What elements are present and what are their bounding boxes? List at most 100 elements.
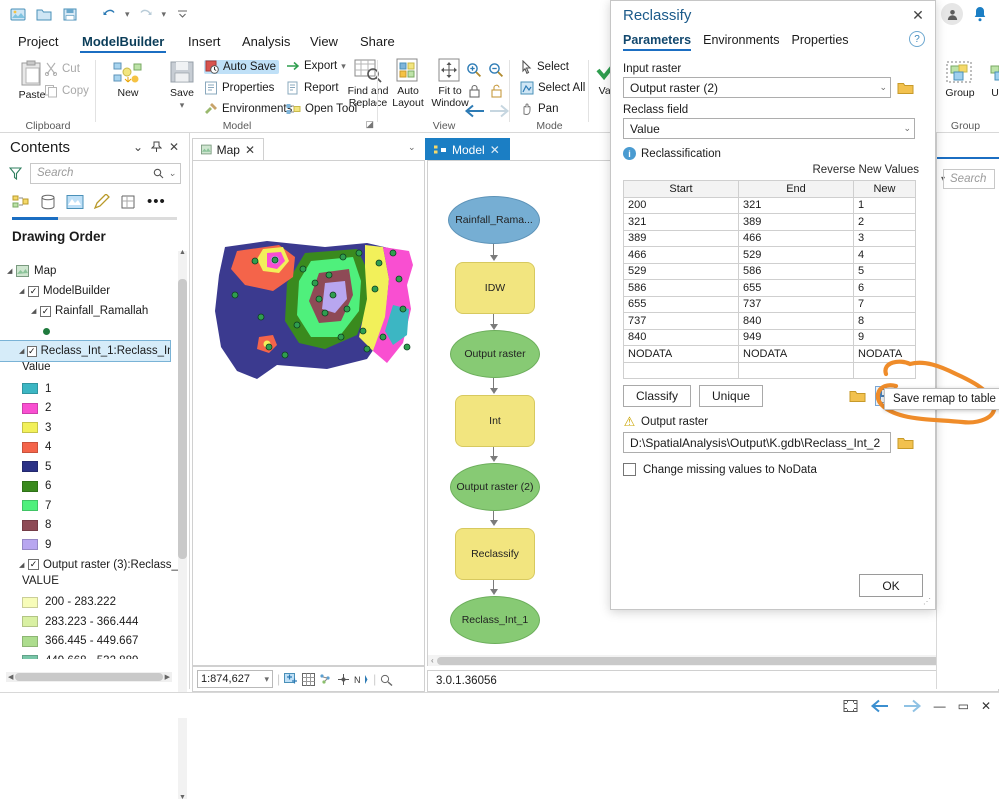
new-model-button[interactable]: New <box>102 60 154 100</box>
cell-end[interactable]: NODATA <box>738 345 854 363</box>
model-node-reclassify[interactable]: Reclassify <box>455 528 535 580</box>
expander-icon[interactable]: ◢ <box>19 287 28 295</box>
cell-end[interactable]: 655 <box>738 279 854 297</box>
warning-icon[interactable]: ⚠ <box>623 414 636 429</box>
chevron-down-icon[interactable]: ⌄ <box>129 138 147 156</box>
help-icon[interactable]: ? <box>909 31 925 47</box>
cell-start[interactable]: 737 <box>623 312 739 330</box>
cell-start[interactable]: 529 <box>623 262 739 280</box>
ribbon-tab-insert[interactable]: Insert <box>178 28 231 54</box>
close-icon[interactable]: ✕ <box>907 4 929 26</box>
model-node-reclass-int-1[interactable]: Reclass_Int_1 <box>450 596 540 644</box>
output-raster-browse-button[interactable] <box>895 433 915 453</box>
cell-new[interactable]: 6 <box>853 279 916 297</box>
undo-dropdown-icon[interactable]: ▾ <box>125 9 130 20</box>
forward-arrow-icon[interactable] <box>902 699 922 713</box>
model-node-output-raster[interactable]: Output raster <box>450 330 540 378</box>
filter-icon[interactable] <box>4 166 26 180</box>
classify-button[interactable]: Classify <box>623 385 692 407</box>
cell-start[interactable]: 586 <box>623 279 739 297</box>
environments-button[interactable]: Environments <box>204 102 292 116</box>
zoom-in-button[interactable] <box>466 62 482 78</box>
list-by-editing-icon[interactable] <box>93 194 111 210</box>
ok-button[interactable]: OK <box>859 574 923 597</box>
chevron-down-icon[interactable]: ⌄ <box>168 168 176 179</box>
scroll-left-icon[interactable]: ‹ <box>428 656 437 665</box>
report-button[interactable]: Report <box>286 81 339 95</box>
basemap-grid-icon[interactable] <box>302 672 316 686</box>
scroll-right-icon[interactable]: ▶ <box>163 673 172 681</box>
map-scale-combo[interactable]: 1:874,627 ▾ <box>197 670 273 688</box>
pan-button[interactable]: Pan <box>520 102 558 116</box>
table-row[interactable]: 389 466 3 <box>623 229 916 247</box>
checkbox-reclass-int-1[interactable]: ✓ <box>26 345 37 357</box>
cell-new[interactable]: NODATA <box>853 345 916 363</box>
reclass-field-combo[interactable]: Value ⌄ <box>623 118 915 139</box>
cut-button[interactable]: Cut <box>44 62 80 76</box>
info-icon[interactable]: i <box>623 147 636 160</box>
cell-end[interactable]: 737 <box>738 295 854 313</box>
undo-icon[interactable] <box>99 4 119 24</box>
unique-button[interactable]: Unique <box>699 385 764 407</box>
export-button[interactable]: Export ▾ <box>286 60 346 72</box>
chevron-down-icon[interactable]: ⌄ <box>903 123 911 134</box>
cell-new[interactable]: 7 <box>853 295 916 313</box>
input-raster-browse-button[interactable] <box>895 78 915 98</box>
ribbon-tab-view[interactable]: View <box>300 28 348 54</box>
north-arrow-icon[interactable]: N <box>354 673 369 686</box>
chevron-down-icon[interactable]: ⌄ <box>879 82 887 93</box>
locate-icon[interactable] <box>380 673 394 686</box>
view-tab-overflow-icon[interactable]: ⌄ <box>408 142 416 153</box>
new-project-icon[interactable] <box>8 4 28 24</box>
scroll-up-icon[interactable]: ▲ <box>178 249 187 256</box>
close-icon[interactable]: ✕ <box>490 143 500 157</box>
tree-item-modelbuilder[interactable]: ◢ ✓ ModelBuilder <box>0 281 183 301</box>
cell-new[interactable]: 5 <box>853 262 916 280</box>
ribbon-tab-project[interactable]: Project <box>8 28 68 54</box>
unlock-button[interactable] <box>490 84 503 98</box>
pin-icon[interactable] <box>147 138 165 156</box>
model-node-output-raster-2[interactable]: Output raster (2) <box>450 463 540 511</box>
cell-end[interactable]: 466 <box>738 229 854 247</box>
right-panel-search-input[interactable]: Search <box>943 169 995 189</box>
more-options-icon[interactable]: ••• <box>147 194 166 209</box>
tab-properties[interactable]: Properties <box>792 33 849 50</box>
cell-new[interactable]: 3 <box>853 229 916 247</box>
list-by-drawing-order-icon[interactable] <box>12 194 30 210</box>
cell-start[interactable]: 200 <box>623 196 739 214</box>
reverse-new-values-link[interactable]: Reverse New Values <box>623 164 919 176</box>
ribbon-tab-modelbuilder[interactable]: ModelBuilder <box>72 28 174 54</box>
table-row[interactable] <box>623 361 916 379</box>
save-model-button[interactable]: Save ▾ <box>156 60 208 111</box>
expander-icon[interactable]: ◢ <box>7 267 16 275</box>
contents-search-input[interactable]: Search ⌄ <box>30 162 181 184</box>
remap-table[interactable]: Start End New 200 321 1 321 389 2 389 466 3 46… <box>623 180 916 379</box>
remap-col-start[interactable]: Start <box>623 180 739 198</box>
cell-new[interactable] <box>853 361 916 379</box>
copy-button[interactable]: Copy <box>44 84 89 98</box>
back-arrow-icon[interactable] <box>870 699 890 713</box>
customize-quick-access-icon[interactable] <box>172 4 192 24</box>
minimize-icon[interactable]: — <box>934 699 946 713</box>
list-by-snapping-icon[interactable] <box>120 194 138 210</box>
add-data-icon[interactable] <box>284 672 298 686</box>
cell-end[interactable]: 321 <box>738 196 854 214</box>
contents-horizontal-scrollbar[interactable]: ◀ ▶ <box>6 672 172 682</box>
load-remap-from-table-button[interactable] <box>847 386 867 406</box>
table-row[interactable]: 840 949 9 <box>623 328 916 346</box>
select-all-button[interactable]: Select All <box>520 81 585 95</box>
cell-start[interactable]: 389 <box>623 229 739 247</box>
change-missing-values-row[interactable]: Change missing values to NoData <box>623 463 923 476</box>
expander-icon[interactable]: ◢ <box>19 561 28 569</box>
snapshot-icon[interactable] <box>843 699 858 713</box>
cell-start[interactable]: 466 <box>623 246 739 264</box>
cell-start[interactable]: NODATA <box>623 345 739 363</box>
table-row[interactable]: 321 389 2 <box>623 213 916 231</box>
cell-end[interactable]: 529 <box>738 246 854 264</box>
cell-start[interactable]: 321 <box>623 213 739 231</box>
table-row[interactable]: 466 529 4 <box>623 246 916 264</box>
zoom-out-button[interactable] <box>488 62 504 78</box>
table-row[interactable]: 200 321 1 <box>623 196 916 214</box>
table-row[interactable]: 655 737 7 <box>623 295 916 313</box>
cell-end[interactable]: 840 <box>738 312 854 330</box>
